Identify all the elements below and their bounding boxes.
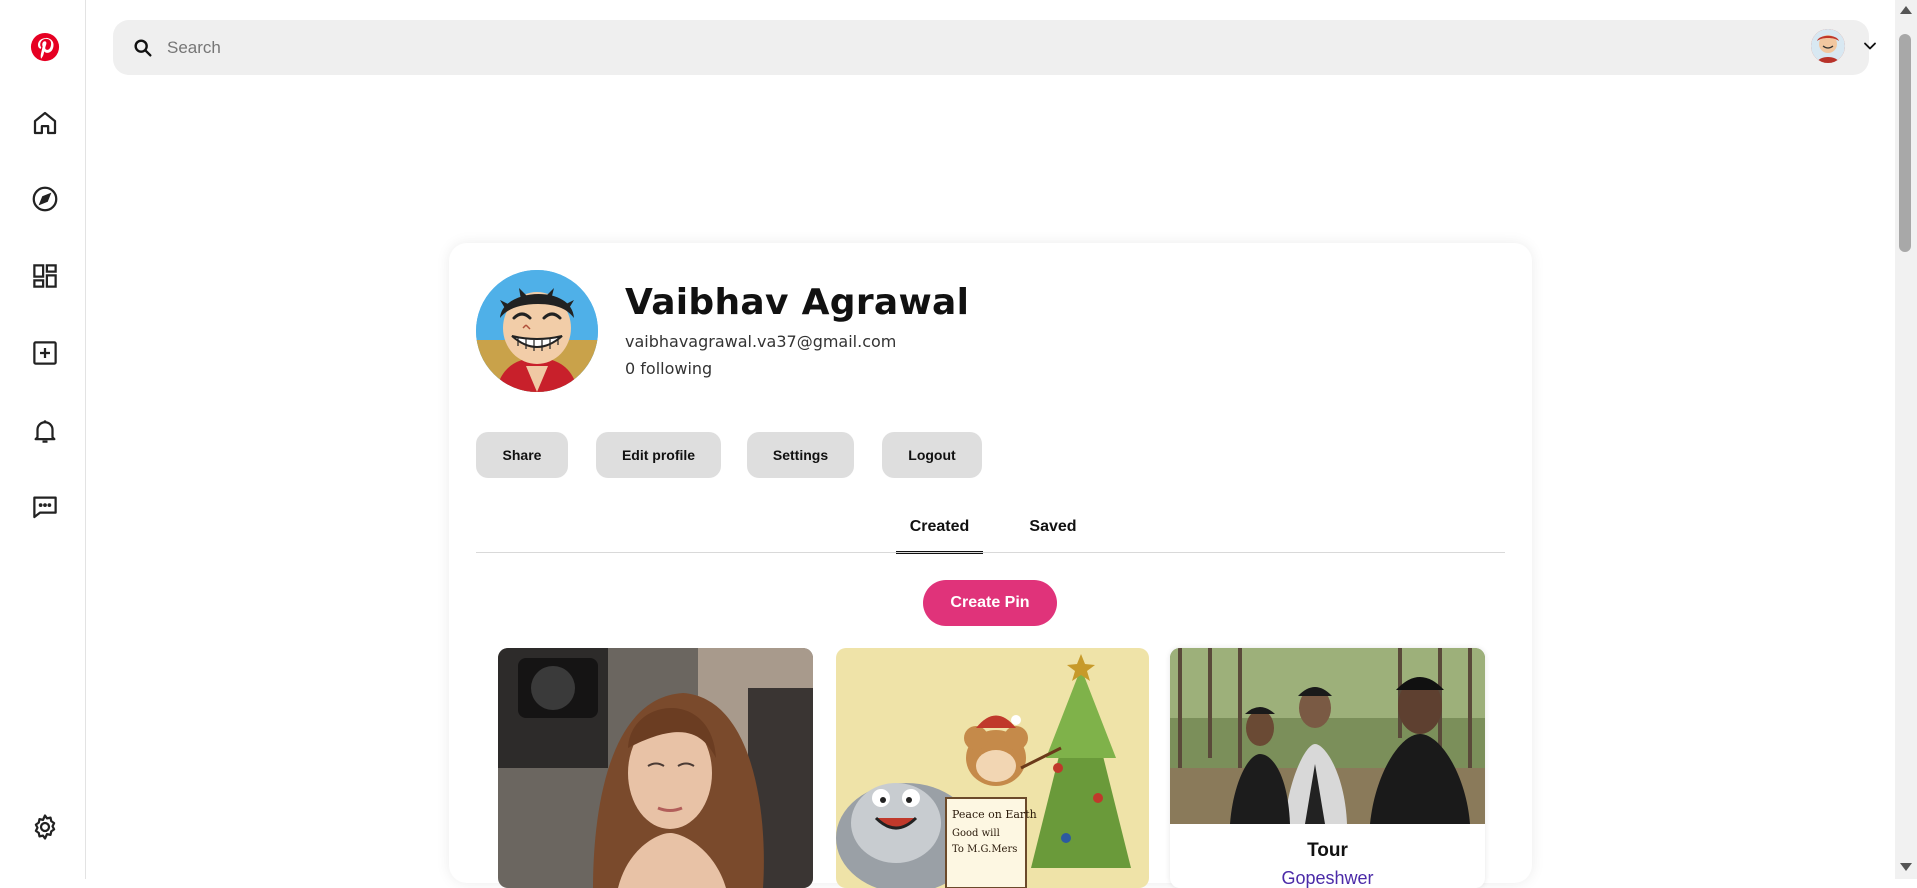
- add-box-icon[interactable]: [23, 331, 67, 375]
- following-count[interactable]: 0 following: [625, 359, 712, 378]
- bell-icon[interactable]: [23, 409, 67, 453]
- tabs-divider: [476, 552, 1505, 553]
- logout-button[interactable]: Logout: [882, 432, 982, 478]
- user-avatar[interactable]: [1811, 29, 1845, 63]
- search-icon: [131, 36, 155, 60]
- pin-card[interactable]: Peace on Earth Good will To M.G.Mers: [836, 648, 1149, 888]
- gear-icon[interactable]: [23, 805, 67, 849]
- profile-avatar: [476, 270, 598, 392]
- search-bar[interactable]: [113, 20, 1869, 75]
- pin-card[interactable]: Tour Gopeshwer: [1170, 648, 1485, 888]
- pin-image: [498, 648, 813, 888]
- svg-text:Good will: Good will: [952, 828, 1000, 839]
- chevron-down-icon[interactable]: [1858, 34, 1882, 58]
- home-icon[interactable]: [23, 101, 67, 145]
- pinterest-logo-icon[interactable]: [23, 25, 67, 69]
- share-button[interactable]: Share: [476, 432, 568, 478]
- search-input[interactable]: [167, 37, 1767, 58]
- create-pin-button[interactable]: Create Pin: [923, 580, 1057, 626]
- tab-saved[interactable]: Saved: [1018, 518, 1088, 554]
- svg-text:Peace on Earth: Peace on Earth: [952, 808, 1037, 821]
- edit-profile-button[interactable]: Edit profile: [596, 432, 721, 478]
- profile-card: Vaibhav Agrawal vaibhavagrawal.va37@gmai…: [449, 243, 1532, 888]
- sidebar: [0, 0, 86, 879]
- pin-image: [1170, 648, 1485, 824]
- dashboard-icon[interactable]: [23, 254, 67, 298]
- pin-subtitle: Gopeshwer: [1281, 868, 1374, 888]
- pin-card[interactable]: [498, 648, 813, 888]
- top-bar: [86, 0, 1895, 90]
- tab-created[interactable]: Created: [896, 518, 983, 554]
- profile-email: vaibhavagrawal.va37@gmail.com: [625, 332, 897, 351]
- pin-title: Tour: [1307, 840, 1348, 861]
- compass-icon[interactable]: [23, 177, 67, 221]
- scroll-up-arrow-icon[interactable]: [1900, 6, 1912, 14]
- svg-text:To M.G.Mers: To M.G.Mers: [952, 844, 1017, 855]
- settings-button[interactable]: Settings: [747, 432, 854, 478]
- scrollbar[interactable]: [1895, 0, 1917, 879]
- chat-icon[interactable]: [23, 485, 67, 529]
- scroll-down-arrow-icon[interactable]: [1900, 863, 1912, 871]
- pin-image: Peace on Earth Good will To M.G.Mers: [836, 648, 1149, 888]
- profile-name: Vaibhav Agrawal: [625, 282, 970, 323]
- scrollbar-thumb[interactable]: [1899, 34, 1911, 252]
